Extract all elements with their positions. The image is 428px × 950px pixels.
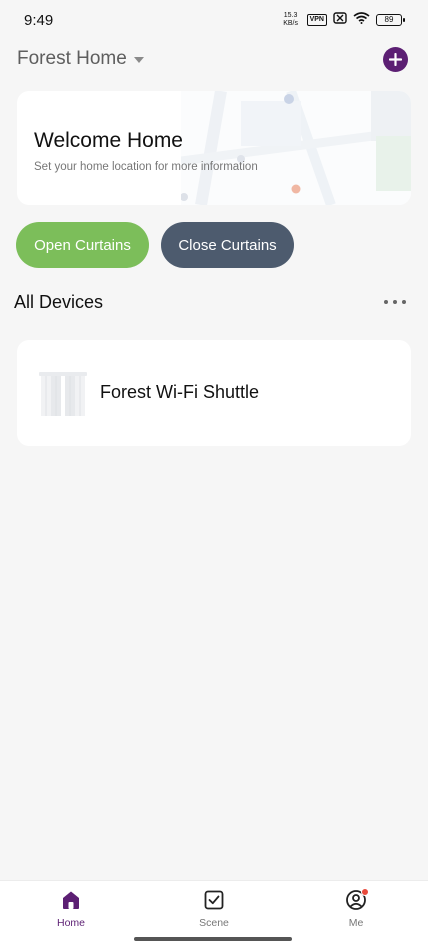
close-curtains-button[interactable]: Close Curtains <box>161 222 294 268</box>
nav-home[interactable]: Home <box>36 889 106 929</box>
home-name: Forest Home <box>17 48 127 69</box>
vpn-icon: VPN <box>306 14 327 26</box>
status-icons: 15.3 KB/s VPN 89 <box>281 11 405 29</box>
plus-icon <box>389 53 402 66</box>
device-name: Forest Wi-Fi Shuttle <box>100 382 260 402</box>
network-speed-value: 15.3 <box>283 12 298 19</box>
home-indicator[interactable] <box>134 937 292 941</box>
caret-down-icon <box>133 57 144 63</box>
nav-me-label: Me <box>348 917 364 929</box>
more-dot <box>384 300 388 304</box>
welcome-title: Welcome Home <box>34 129 183 152</box>
sim-off-icon <box>333 11 347 29</box>
nav-me[interactable]: Me <box>321 888 391 929</box>
network-speed-unit: KB/s <box>283 20 298 27</box>
nav-scene-label: Scene <box>199 917 229 929</box>
notification-badge <box>361 888 369 896</box>
more-options-button[interactable] <box>384 292 406 312</box>
status-time: 9:49 <box>24 12 54 29</box>
app-screen: 9:49 15.3 KB/s VPN 89 Forest Home Welcom… <box>0 0 428 950</box>
device-card[interactable]: Forest Wi-Fi Shuttle <box>17 340 411 446</box>
section-title: All Devices <box>14 292 104 312</box>
scene-checkbox-icon <box>204 890 224 910</box>
welcome-subtitle: Set your home location for more informat… <box>34 161 258 173</box>
more-dot <box>393 300 397 304</box>
battery-icon: 89 <box>376 14 405 26</box>
header: Forest Home <box>17 47 408 73</box>
network-speed: 15.3 KB/s <box>281 12 301 28</box>
nav-scene[interactable]: Scene <box>179 889 249 929</box>
welcome-card[interactable]: Welcome Home Set your home location for … <box>17 91 411 205</box>
status-bar: 9:49 15.3 KB/s VPN 89 <box>0 0 428 40</box>
home-selector[interactable]: Forest Home <box>17 48 144 70</box>
wifi-icon <box>353 11 370 29</box>
open-curtains-button[interactable]: Open Curtains <box>16 222 149 268</box>
curtain-icon <box>39 372 87 416</box>
add-button[interactable] <box>383 47 408 72</box>
home-icon <box>63 891 79 909</box>
nav-home-label: Home <box>56 917 85 929</box>
more-dot <box>402 300 406 304</box>
map-illustration <box>181 91 411 205</box>
